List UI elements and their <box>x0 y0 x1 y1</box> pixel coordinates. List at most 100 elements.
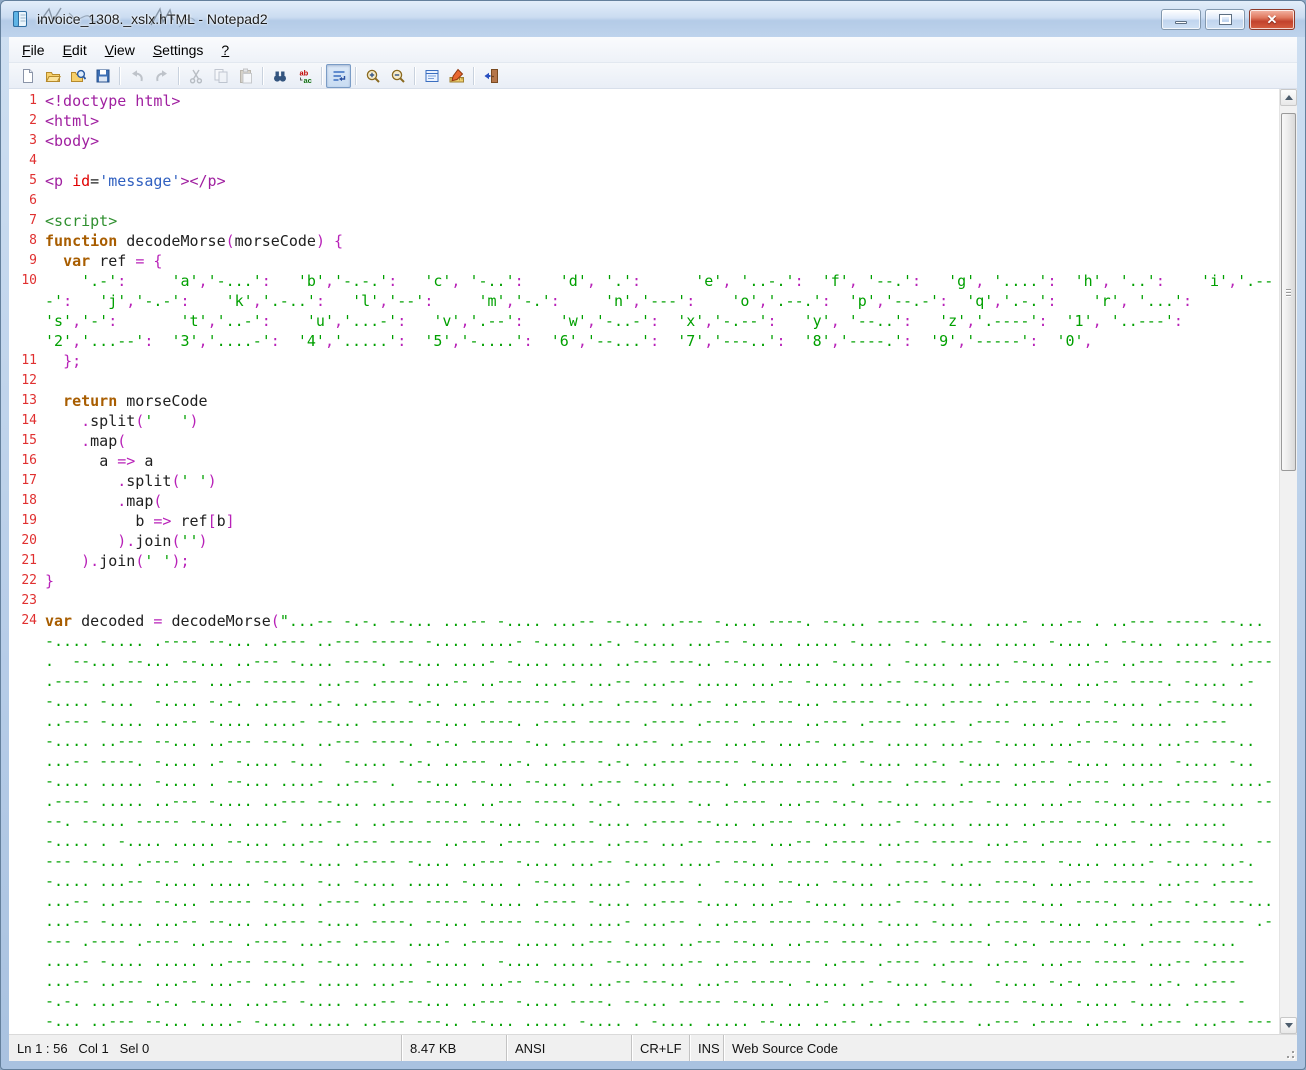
code-line[interactable]: 15 .map( <box>9 431 1279 451</box>
code-line[interactable]: 8function decodeMorse(morseCode) { <box>9 231 1279 251</box>
code-text: <html> <box>39 111 1279 131</box>
code-line[interactable]: 3<body> <box>9 131 1279 151</box>
menu-help[interactable]: ? <box>212 39 238 61</box>
exit-button[interactable] <box>478 64 503 88</box>
line-number: 21 <box>9 551 39 571</box>
editor-area: 1<!doctype html>2<html>3<body>45<p id='m… <box>9 89 1297 1034</box>
menu-view[interactable]: View <box>96 39 144 61</box>
code-text <box>39 191 1279 211</box>
toolbar-separator <box>119 67 120 85</box>
menu-file[interactable]: File <box>13 39 54 61</box>
code-line[interactable]: 17 .split(' ') <box>9 471 1279 491</box>
maximize-button[interactable] <box>1205 9 1245 30</box>
code-text: <p id='message'></p> <box>39 171 1279 191</box>
view-schemes-button[interactable] <box>419 64 444 88</box>
find-button[interactable] <box>267 64 292 88</box>
toolbar-separator <box>262 67 263 85</box>
code-text: <!doctype html> <box>39 91 1279 111</box>
code-line[interactable]: 13 return morseCode <box>9 391 1279 411</box>
menu-settings[interactable]: Settings <box>144 39 213 61</box>
line-number: 11 <box>9 351 39 371</box>
scrollbar-grip-icon <box>1286 287 1291 298</box>
code-text: var decoded = decodeMorse("...-- -.-. --… <box>39 611 1279 1034</box>
toolbar-separator <box>178 67 179 85</box>
code-text: .map( <box>39 491 1279 511</box>
line-number: 20 <box>9 531 39 551</box>
code-line[interactable]: 19 b => ref[b] <box>9 511 1279 531</box>
open-file-icon <box>45 68 61 84</box>
line-number: 10 <box>9 271 39 291</box>
line-number: 7 <box>9 211 39 231</box>
code-line[interactable]: 9 var ref = { <box>9 251 1279 271</box>
code-text: function decodeMorse(morseCode) { <box>39 231 1279 251</box>
status-line-endings[interactable]: CR+LF <box>631 1035 689 1061</box>
code-line[interactable]: 18 .map( <box>9 491 1279 511</box>
code-line[interactable]: 14 .split(' ') <box>9 411 1279 431</box>
menu-edit[interactable]: Edit <box>54 39 96 61</box>
code-line[interactable]: 1<!doctype html> <box>9 91 1279 111</box>
redo-button[interactable] <box>149 64 174 88</box>
copy-icon <box>213 68 229 84</box>
code-line[interactable]: 5<p id='message'></p> <box>9 171 1279 191</box>
cut-button[interactable] <box>183 64 208 88</box>
code-text: .map( <box>39 431 1279 451</box>
code-line[interactable]: 21 ).join(' '); <box>9 551 1279 571</box>
close-icon: ✕ <box>1267 13 1278 26</box>
scrollbar-thumb[interactable] <box>1281 113 1296 471</box>
client-area: FileEditViewSettings? abac 1<!doctype ht… <box>9 37 1297 1061</box>
status-cursor-position[interactable]: Ln 1 : 56 Col 1 Sel 0 <box>9 1035 401 1061</box>
code-line[interactable]: 7<script> <box>9 211 1279 231</box>
code-line[interactable]: 23 <box>9 591 1279 611</box>
status-file-size: 8.47 KB <box>401 1035 506 1061</box>
browse-files-button[interactable] <box>65 64 90 88</box>
line-number: 5 <box>9 171 39 191</box>
status-encoding[interactable]: ANSI <box>506 1035 631 1061</box>
new-file-button[interactable] <box>15 64 40 88</box>
code-line[interactable]: 10 '.-': 'a','-...': 'b','-.-.': 'c', '-… <box>9 271 1279 351</box>
status-insert-mode[interactable]: INS <box>689 1035 723 1061</box>
line-number: 24 <box>9 611 39 631</box>
vertical-scrollbar[interactable] <box>1279 89 1297 1034</box>
close-button[interactable]: ✕ <box>1249 9 1295 30</box>
undo-button[interactable] <box>124 64 149 88</box>
zoom-in-button[interactable] <box>360 64 385 88</box>
code-line[interactable]: 4 <box>9 151 1279 171</box>
code-line[interactable]: 22} <box>9 571 1279 591</box>
scroll-down-button[interactable] <box>1280 1017 1297 1034</box>
code-line[interactable]: 12 <box>9 371 1279 391</box>
view-schemes-icon <box>424 68 440 84</box>
line-number: 2 <box>9 111 39 131</box>
code-line[interactable]: 6 <box>9 191 1279 211</box>
text-editor[interactable]: 1<!doctype html>2<html>3<body>45<p id='m… <box>9 89 1279 1034</box>
line-number: 22 <box>9 571 39 591</box>
save-file-button[interactable] <box>90 64 115 88</box>
line-number: 16 <box>9 451 39 471</box>
status-syntax-scheme[interactable]: Web Source Code <box>723 1035 1279 1061</box>
code-line[interactable]: 11 }; <box>9 351 1279 371</box>
zoom-out-button[interactable] <box>385 64 410 88</box>
open-file-button[interactable] <box>40 64 65 88</box>
minimize-button[interactable] <box>1161 9 1201 30</box>
code-line[interactable]: 24var decoded = decodeMorse("...-- -.-. … <box>9 611 1279 1034</box>
code-line[interactable]: 2<html> <box>9 111 1279 131</box>
code-text: } <box>39 571 1279 591</box>
menu-bar: FileEditViewSettings? <box>9 37 1297 63</box>
replace-button[interactable]: abac <box>292 64 317 88</box>
line-number: 6 <box>9 191 39 211</box>
paste-icon <box>238 68 254 84</box>
line-number: 14 <box>9 411 39 431</box>
undo-icon <box>129 68 145 84</box>
code-line[interactable]: 20 ).join('') <box>9 531 1279 551</box>
word-wrap-button[interactable] <box>326 64 351 88</box>
browse-files-icon <box>70 68 86 84</box>
resize-grip-icon[interactable] <box>1279 1035 1297 1061</box>
code-text <box>39 371 1279 391</box>
code-text: <body> <box>39 131 1279 151</box>
customize-schemes-button[interactable] <box>444 64 469 88</box>
scroll-up-button[interactable] <box>1280 89 1297 106</box>
copy-button[interactable] <box>208 64 233 88</box>
paste-button[interactable] <box>233 64 258 88</box>
title-bar[interactable]: invoice_1308._xslx.hTML - Notepad2 ✕ <box>1 1 1305 37</box>
code-line[interactable]: 16 a => a <box>9 451 1279 471</box>
code-text: .split(' ') <box>39 411 1279 431</box>
